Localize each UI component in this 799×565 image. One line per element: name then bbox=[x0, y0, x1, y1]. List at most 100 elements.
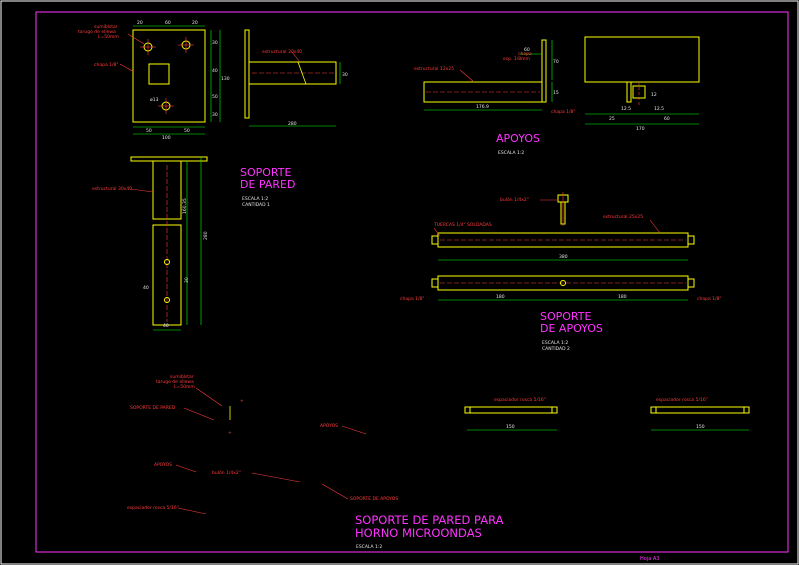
label-bar-plate-right: chapa 1/8" bbox=[697, 296, 721, 302]
dim-right-a: 30 bbox=[212, 40, 218, 46]
wall-bracket-scale: ESCALA 1:2 bbox=[242, 196, 268, 202]
support-bars-top-view: 380 bulón 1/4x2" TUERCAS 1/4" SOLDADAS e… bbox=[431, 192, 695, 261]
support-bars-title-block: SOPORTE DE APOYOS ESCALA 1:2 CANTIDAD 2 bbox=[540, 310, 603, 352]
dim-end-e: 12.5 bbox=[621, 106, 631, 112]
support-end-view-outline bbox=[584, 36, 700, 83]
spacer-right-body bbox=[655, 406, 745, 414]
dim-end-small: 12 bbox=[651, 92, 657, 98]
leader-assembly-wall bbox=[183, 407, 215, 421]
dim-bar-half-left: 180 bbox=[496, 294, 505, 300]
dim-end-f: 12.5 bbox=[654, 106, 664, 112]
assembly-label-screw-line3: L=50mm bbox=[174, 384, 195, 390]
bar-side-right-cap bbox=[687, 278, 695, 288]
dim-right-b: 40 bbox=[212, 68, 218, 74]
dim-spacer-left: 150 bbox=[506, 424, 515, 430]
dim-side-width: 280 bbox=[288, 121, 297, 127]
assembly-label-spacer: espaciador rosca 5/16" bbox=[127, 505, 179, 511]
leader-assembly-screw bbox=[195, 387, 223, 407]
leader-plate bbox=[119, 63, 135, 73]
side-plate-outline bbox=[244, 29, 250, 119]
dim-front-width: 40 bbox=[163, 323, 169, 329]
dim-bottom-b: 50 bbox=[184, 128, 190, 134]
spacer-left-end-b bbox=[551, 406, 558, 414]
dim-front-d: 40 bbox=[143, 285, 149, 291]
support-end-view-web bbox=[626, 81, 632, 103]
dim-bar-length: 380 bbox=[559, 254, 568, 260]
dim-support-b: 70 bbox=[553, 59, 559, 65]
assembly-callouts: sumiblstar tarugo de ellewa L=50mm SOPOR… bbox=[127, 374, 398, 515]
dim-right-c: 50 bbox=[212, 94, 218, 100]
supports-side-view: 60 70 15 176.9 estructural 12x25 chapa e… bbox=[414, 39, 575, 115]
dim-overall-height: 130 bbox=[221, 76, 230, 82]
leader-support-profile bbox=[459, 69, 475, 83]
dim-support-d: 15 bbox=[553, 90, 559, 96]
dim-front-b: 280 bbox=[203, 231, 209, 240]
support-bars-side-view: 180 180 chapa 1/8" chapa 1/8" bbox=[400, 275, 721, 302]
leader-front-profile bbox=[130, 188, 154, 193]
label-spacer-left: espaciador rosca 5/16" bbox=[494, 397, 546, 403]
leader-assembly-supports2 bbox=[175, 464, 197, 473]
dim-spacer-right: 150 bbox=[696, 424, 705, 430]
leader-assembly-supports bbox=[341, 425, 367, 435]
wall-bracket-front-view: 160.35 280 30 40 40 estructural 30x40 bbox=[92, 156, 209, 331]
wall-bracket-side-view: 280 30 estructural 30x40 bbox=[244, 29, 348, 127]
label-spacer-right: espaciador rosca 5/16" bbox=[656, 397, 708, 403]
leader-assembly-support-bars bbox=[321, 483, 349, 500]
spacer-left: 150 espaciador rosca 5/16" bbox=[464, 397, 558, 431]
dim-end-g: 25 bbox=[609, 116, 615, 122]
dim-front-c: 30 bbox=[184, 277, 190, 283]
label-support-plate-side: chapa 1/8" bbox=[551, 109, 575, 115]
spacer-left-body bbox=[469, 406, 553, 414]
support-bars-title-line2: DE APOYOS bbox=[540, 322, 603, 335]
spacer-right-end-a bbox=[650, 406, 657, 414]
dim-top-c: 20 bbox=[192, 20, 198, 26]
wall-bracket-quantity: CANTIDAD 1 bbox=[242, 202, 270, 208]
supports-title-block: APOYOS ESCALA 1:2 bbox=[496, 132, 540, 156]
label-bar-profile: estructural 25x25 bbox=[603, 214, 643, 220]
leader-nuts bbox=[433, 227, 441, 237]
label-front-profile: estructural 30x40 bbox=[92, 186, 132, 192]
cad-drawing-canvas: 20 60 20 30 40 50 30 130 50 50 100 ø13 s… bbox=[0, 0, 799, 565]
dim-top-a: 20 bbox=[137, 20, 143, 26]
assembly-label-supports2: APOYOS bbox=[154, 462, 172, 468]
leader-assembly-bolt bbox=[251, 472, 301, 483]
supports-title: APOYOS bbox=[496, 132, 540, 145]
assembly-label-supports: APOYOS bbox=[320, 423, 338, 429]
bar-top-right-cap bbox=[687, 235, 695, 245]
bar-top-left-cap bbox=[431, 235, 439, 245]
dim-bar-half-right: 180 bbox=[618, 294, 627, 300]
bar-side-left-cap bbox=[431, 278, 439, 288]
dim-end-total: 170 bbox=[636, 126, 645, 132]
support-bars-scale: ESCALA 1:2 bbox=[542, 340, 568, 346]
label-side-profile: estructural 30x40 bbox=[262, 49, 302, 55]
label-screw-line3: L=50mm bbox=[98, 34, 119, 40]
spacer-right-end-b bbox=[743, 406, 750, 414]
main-title-line2: HORNO MICROONDAS bbox=[355, 526, 482, 540]
label-bolt: bulón 1/4x2" bbox=[500, 196, 529, 203]
sheet-size-label: Hoja A3 bbox=[640, 556, 659, 562]
leader-screw bbox=[127, 33, 145, 45]
dim-right-d: 30 bbox=[212, 112, 218, 118]
supports-end-view: 12.5 12.5 25 60 170 12 bbox=[584, 36, 700, 132]
dim-support-c: 176.9 bbox=[476, 104, 489, 110]
wall-bracket-title-line2: DE PARED bbox=[240, 178, 295, 191]
dim-top-b: 60 bbox=[165, 20, 171, 26]
main-title-scale: ESCALA 1:2 bbox=[356, 544, 382, 550]
assembly-cross-mark: + bbox=[228, 430, 232, 436]
supports-scale: ESCALA 1:2 bbox=[498, 150, 524, 156]
label-plate: chapa 1/8" bbox=[94, 62, 118, 68]
drawing-frame bbox=[35, 11, 789, 553]
leader-bar-profile bbox=[649, 219, 661, 234]
spacer-right: 150 espaciador rosca 5/16" bbox=[650, 397, 750, 431]
main-title-line1: SOPORTE DE PARED PARA bbox=[355, 513, 504, 527]
dim-front-a: 160.35 bbox=[182, 198, 188, 214]
spacer-left-end-a bbox=[464, 406, 471, 414]
assembly-label-wall: SOPORTE DE PARED bbox=[130, 405, 176, 411]
assembly-label-support-bars: SOPORTE DE APOYOS bbox=[350, 496, 398, 502]
dim-end-h: 60 bbox=[664, 116, 670, 122]
dim-side-height: 30 bbox=[342, 72, 348, 78]
dim-bottom-a: 50 bbox=[146, 128, 152, 134]
front-top-plate bbox=[130, 156, 208, 162]
label-welded-nuts: TUERCAS 1/4" SOLDADAS bbox=[433, 222, 492, 228]
wall-bracket-plate-view: 20 60 20 30 40 50 30 130 50 50 100 ø13 s… bbox=[78, 20, 230, 141]
